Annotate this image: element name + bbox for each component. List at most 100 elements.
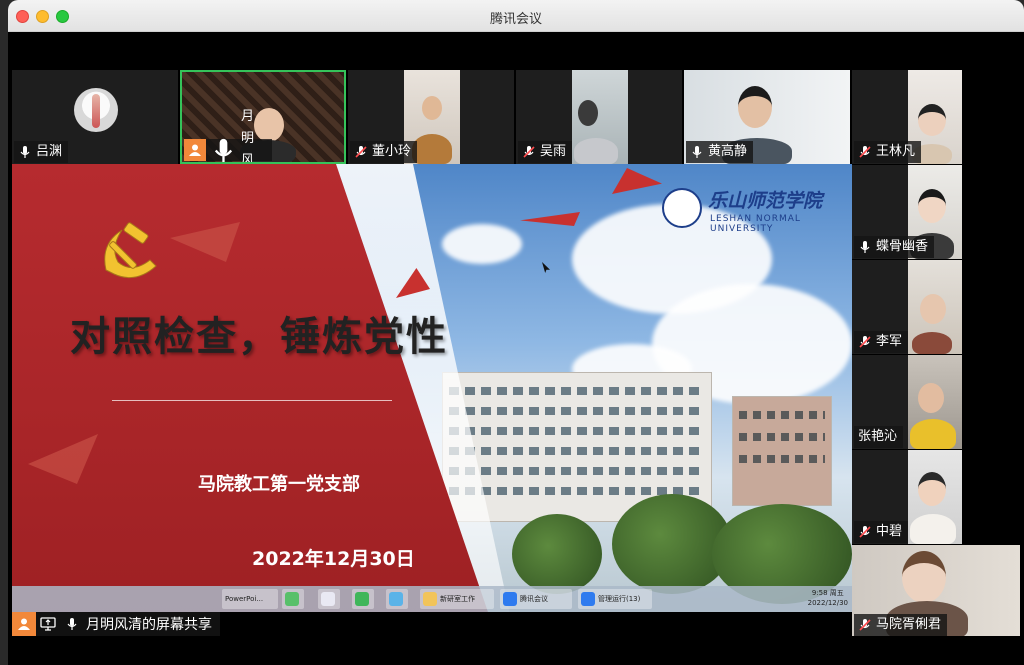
participant-name: 张艳沁 (858, 429, 898, 444)
participant-name-tag: 吕渊 (14, 141, 69, 163)
hammer-sickle-icon (104, 222, 157, 279)
host-badge (12, 612, 36, 636)
app-icon (389, 592, 403, 606)
screen-share-icon (36, 612, 60, 636)
participant-name-tag: 马院胥俐君 (854, 614, 948, 636)
slide-building (732, 396, 832, 506)
taskbar-item[interactable]: PowerPoi... (222, 589, 278, 609)
meeting-app-icon (581, 592, 595, 606)
participant-name-tag: 黄高静 (686, 141, 754, 163)
shared-taskbar: PowerPoi... 新研室工作 腾讯会议 管理运行(13) 9:58 周五 … (12, 586, 852, 612)
shared-screen[interactable]: 乐山师范学院 LESHAN NORMAL UNIVERSITY 对照检查，锤炼党… (12, 164, 852, 612)
participant-name: 月明风清 (240, 109, 254, 164)
mic-muted-icon (355, 146, 367, 158)
mic-muted-icon (859, 619, 871, 631)
slide-tree (512, 514, 602, 594)
participant-name-tag: 董小玲 (350, 141, 418, 163)
taskbar-item[interactable]: 腾讯会议 (500, 589, 572, 609)
participant-name-tag: 蝶骨幽香 (854, 236, 935, 258)
participant-name: 马院胥俐君 (876, 617, 942, 632)
participant-face (578, 100, 598, 126)
participant-face (920, 294, 946, 324)
participant-body (912, 332, 952, 354)
participant-name: 王林凡 (876, 144, 916, 159)
window-title: 腾讯会议 (489, 12, 542, 27)
participant-body (910, 514, 956, 544)
mic-on-icon (20, 146, 30, 158)
participant-face (918, 472, 946, 506)
participant-face (422, 96, 442, 120)
slide-date: 2022年12月30日 (252, 548, 415, 570)
participant-name-tag: 中碧 (854, 521, 909, 543)
taskbar-clock: 9:58 周五 2022/12/30 (808, 588, 848, 608)
participant-body (910, 419, 956, 449)
participant-face (902, 551, 946, 603)
screen-share-bar: 月明风清的屏幕共享 (12, 612, 220, 636)
user-icon (18, 618, 30, 630)
bottom-black-band (8, 636, 1024, 665)
taskbar-icon-button[interactable] (386, 589, 408, 609)
participant-body (574, 138, 618, 164)
mic-on-icon (860, 241, 870, 253)
mic-muted-icon (859, 146, 871, 158)
participant-tile[interactable]: 董小玲 (348, 70, 514, 164)
participant-name: 中碧 (876, 524, 903, 539)
taskbar-item-label: 新研室工作 (440, 595, 475, 603)
participant-name: 吕渊 (36, 144, 63, 159)
school-emblem-icon (662, 188, 702, 228)
participant-tile[interactable]: 王林凡 (852, 70, 962, 164)
participant-name-tag: 吴雨 (518, 141, 573, 163)
taskbar-time: 9:58 周五 (811, 589, 844, 597)
top-black-band (8, 32, 1024, 70)
mic-muted-icon (523, 146, 535, 158)
app-icon (285, 592, 299, 606)
folder-icon (423, 592, 437, 606)
meeting-app-icon (503, 592, 517, 606)
taskbar-icon-button[interactable] (282, 589, 304, 609)
participant-tile-active[interactable]: 月明风清 (180, 70, 346, 164)
taskbar-item-label: 腾讯会议 (520, 595, 548, 603)
mic-muted-icon (859, 526, 871, 538)
screen-share-label: 月明风清的屏幕共享 (86, 617, 212, 633)
participant-tile[interactable]: 中碧 (852, 450, 962, 544)
host-badge (184, 139, 206, 161)
app-icon (355, 592, 369, 606)
participant-name-tag: 王林凡 (854, 141, 922, 163)
participant-name: 李军 (876, 334, 903, 349)
taskbar-item-label: PowerPoi... (225, 595, 264, 603)
participant-face (738, 86, 772, 128)
meeting-window: 腾讯会议 吕渊 月明风清 董小玲 (8, 0, 1024, 665)
participant-body (412, 134, 452, 164)
participant-name: 董小玲 (372, 144, 412, 159)
participant-tile[interactable]: 张艳沁 (852, 355, 962, 449)
participant-face (918, 383, 944, 413)
mic-on-icon (214, 138, 233, 162)
participant-name-tag: 月明风清 (184, 109, 273, 162)
participant-tile[interactable]: 李军 (852, 260, 962, 354)
taskbar-item[interactable]: 新研室工作 (420, 589, 494, 609)
app-icon (321, 592, 335, 606)
participant-name: 吴雨 (540, 144, 567, 159)
participant-name: 黄高静 (708, 144, 748, 159)
taskbar-date: 2022/12/30 (807, 599, 848, 607)
slide-title: 对照检查，锤炼党性 (70, 313, 448, 360)
school-name-cn: 乐山师范学院 (708, 190, 823, 212)
taskbar-icon-button[interactable] (318, 589, 340, 609)
taskbar-item-label: 管理运行(13) (598, 595, 641, 603)
mic-muted-icon (859, 336, 871, 348)
participant-tile[interactable]: 蝶骨幽香 (852, 165, 962, 259)
slide-cloud (442, 224, 522, 264)
school-name-en: LESHAN NORMAL UNIVERSITY (710, 214, 801, 234)
participant-tile[interactable]: 吴雨 (516, 70, 682, 164)
participant-name-tag: 张艳沁 (854, 426, 904, 448)
participant-tile[interactable]: 马院胥俐君 (852, 545, 1020, 637)
slide-subtitle: 马院教工第一党支部 (198, 474, 360, 495)
participant-tile[interactable]: 吕渊 (12, 70, 178, 164)
slide-divider (112, 400, 392, 401)
participant-face (918, 104, 946, 136)
user-icon (189, 144, 201, 156)
participant-tile[interactable]: 黄高静 (684, 70, 850, 164)
school-logo: 乐山师范学院 LESHAN NORMAL UNIVERSITY (662, 186, 842, 234)
taskbar-item[interactable]: 管理运行(13) (578, 589, 652, 609)
taskbar-icon-button[interactable] (352, 589, 374, 609)
